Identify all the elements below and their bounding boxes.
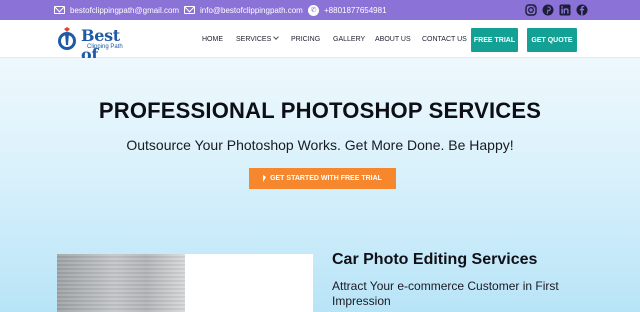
logo-mark-icon <box>58 27 76 50</box>
main-navigation: Best of Clipping Path HOME SERVICES PRIC… <box>0 20 640 64</box>
service-subtitle: Attract Your e-commerce Customer in Firs… <box>332 279 559 308</box>
service-title: Car Photo Editing Services <box>332 251 538 268</box>
linkedin-icon[interactable] <box>559 4 571 16</box>
hero-subtitle: Outsource Your Photoshop Works. Get More… <box>126 137 514 153</box>
chevron-down-icon <box>273 34 280 40</box>
pinterest-icon[interactable] <box>542 4 554 16</box>
nav-item-home[interactable]: HOME <box>202 20 223 58</box>
hero-section: PROFESSIONAL PHOTOSHOP SERVICES Outsourc… <box>0 58 640 312</box>
contact-phone[interactable]: ✆ +8801877654981 <box>308 0 387 20</box>
get-started-button[interactable]: GET STARTED WITH FREE TRIAL <box>249 168 396 189</box>
get-started-label: GET STARTED WITH FREE TRIAL <box>270 175 382 182</box>
contact-email-1-text: bestofclippingpath@gmail.com <box>70 5 180 15</box>
nav-home-label: HOME <box>202 35 223 43</box>
get-quote-button[interactable]: GET QUOTE <box>527 28 577 52</box>
nav-item-pricing[interactable]: PRICING <box>291 20 320 58</box>
hero-title: PROFESSIONAL PHOTOSHOP SERVICES <box>98 98 542 123</box>
nav-item-about[interactable]: ABOUT US <box>375 20 411 58</box>
nav-services-label: SERVICES <box>236 35 272 43</box>
nav-gallery-label: GALLERY <box>333 35 366 43</box>
nav-contact-label: CONTACT US <box>422 35 467 43</box>
envelope-icon <box>54 6 65 14</box>
site-logo[interactable]: Best of Clipping Path <box>57 26 137 64</box>
top-contact-bar: bestofclippingpath@gmail.com info@bestof… <box>0 0 640 20</box>
instagram-icon[interactable] <box>525 4 537 16</box>
car-editing-image <box>57 254 313 312</box>
nav-about-label: ABOUT US <box>375 35 411 43</box>
concrete-backdrop-image <box>57 254 185 312</box>
envelope-icon <box>184 6 195 14</box>
nav-item-gallery[interactable]: GALLERY <box>333 20 365 58</box>
nav-item-services[interactable]: SERVICES <box>236 20 280 58</box>
cursor-icon <box>263 175 267 182</box>
nav-item-contact[interactable]: CONTACT US <box>422 20 467 58</box>
contact-email-2[interactable]: info@bestofclippingpath.com <box>184 0 303 20</box>
contact-phone-text: +8801877654981 <box>324 5 387 15</box>
nav-pricing-label: PRICING <box>291 35 321 43</box>
contact-email-2-text: info@bestofclippingpath.com <box>200 5 303 15</box>
facebook-icon[interactable] <box>576 4 588 16</box>
logo-text-sub: Clipping Path <box>87 44 123 50</box>
contact-email-1[interactable]: bestofclippingpath@gmail.com <box>54 0 179 20</box>
phone-icon: ✆ <box>308 4 319 16</box>
free-trial-button[interactable]: FREE TRIAL <box>471 28 518 52</box>
